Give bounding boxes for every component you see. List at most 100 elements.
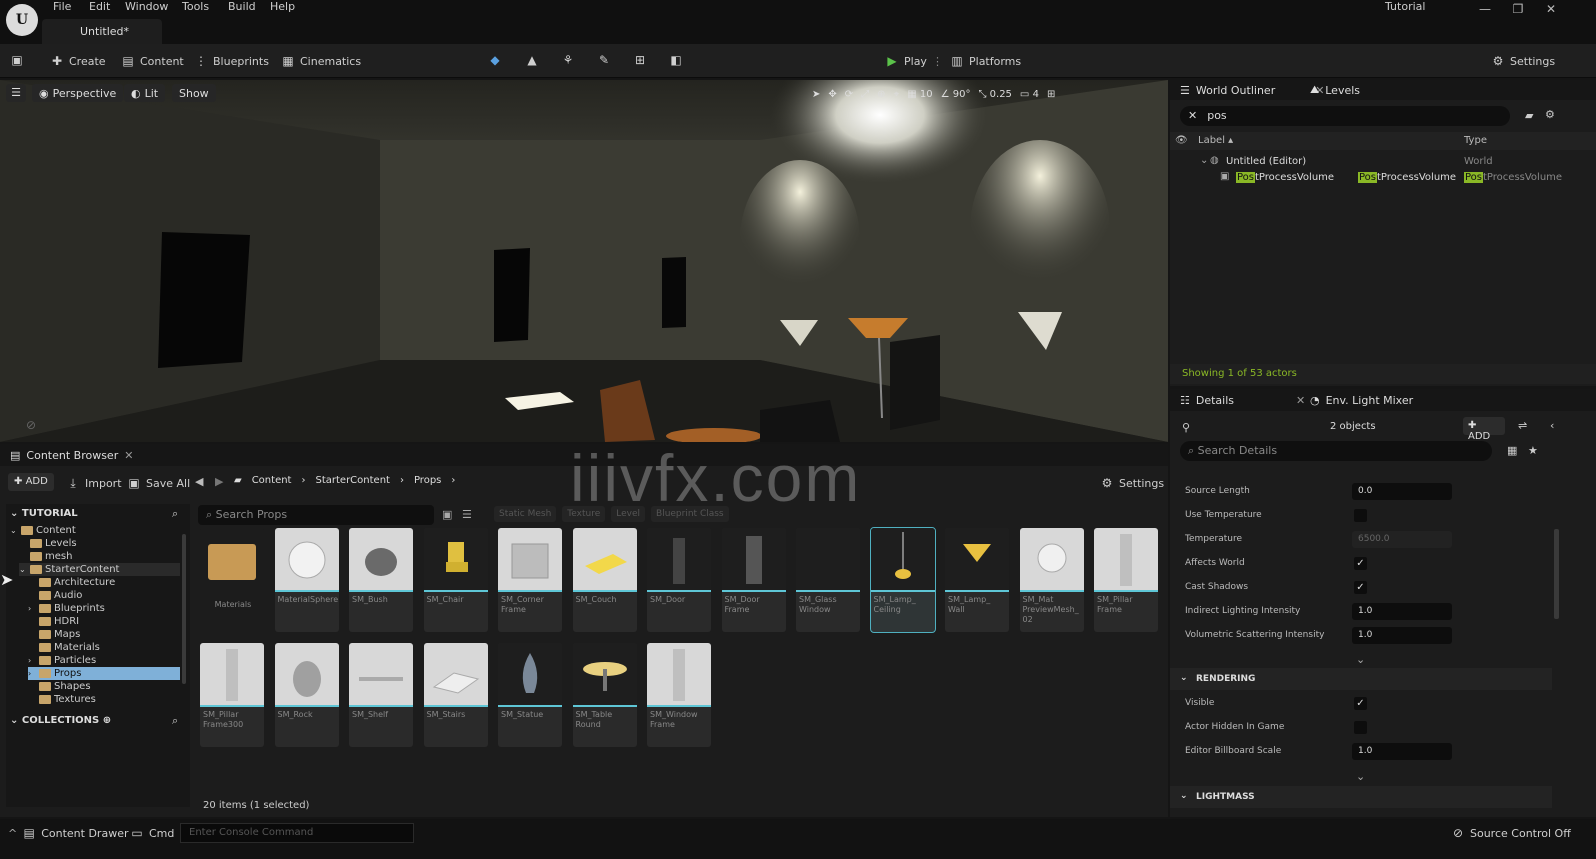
filter-icon[interactable]: ☰ (462, 508, 472, 521)
tree-folder[interactable]: Textures (28, 693, 96, 706)
foliage-mode-icon[interactable]: ⚘ (561, 53, 575, 67)
tree-folder[interactable]: mesh (19, 550, 72, 563)
tab-env-light-mixer[interactable]: ◔ Env. Light Mixer (1310, 390, 1413, 410)
property-matrix-icon[interactable]: ▦ (1507, 444, 1517, 457)
crumb-startercontent[interactable]: StarterContent (315, 475, 389, 486)
close-cb-icon[interactable]: ✕ (124, 449, 133, 462)
tab-details[interactable]: ☷ Details ✕ (1180, 390, 1305, 410)
save-icon[interactable]: ▣ (10, 53, 24, 67)
property-value-field[interactable]: 1.0 (1352, 627, 1452, 644)
property-value-field[interactable]: 6500.0 (1352, 531, 1452, 548)
asset-tile[interactable]: SM_Shelf (349, 643, 413, 747)
asset-tile[interactable]: SM_Chair (423, 528, 488, 632)
unreal-logo-icon[interactable]: U (6, 4, 38, 36)
property-checkbox[interactable] (1354, 721, 1367, 734)
lit-button[interactable]: ◐ Lit (124, 84, 166, 102)
expand-more-icon-2[interactable]: ⌄ (1356, 770, 1365, 783)
collections-header[interactable]: ⌄ COLLECTIONS ⊕ (10, 715, 111, 726)
property-checkbox[interactable]: ✓ (1354, 557, 1367, 570)
add-collection-icon[interactable]: ⊕ (103, 715, 111, 726)
property-checkbox[interactable]: ✓ (1354, 581, 1367, 594)
add-folder-icon[interactable]: ▰ (1525, 109, 1533, 122)
content-button[interactable]: ▤ Content (121, 53, 183, 69)
mesh-paint-icon[interactable]: ✎ (597, 53, 611, 67)
tree-folder[interactable]: Maps (28, 628, 80, 641)
filter-static-mesh[interactable]: Static Mesh (494, 506, 557, 522)
save-search-icon[interactable]: ▣ (442, 508, 452, 521)
clear-search-icon[interactable]: ✕ (1188, 109, 1197, 122)
tree-folder[interactable]: ⌄ Content (10, 524, 76, 537)
show-button[interactable]: Show (172, 84, 216, 102)
scale-snap-button[interactable]: ⤡ 0.25 (978, 89, 1011, 100)
play-button[interactable]: ▶ Play ⋮ (885, 53, 943, 69)
camera-speed-button[interactable]: ▭ 4 (1020, 89, 1039, 100)
world-space-icon[interactable]: ⊕ (877, 89, 885, 100)
tree-arrow-icon[interactable]: ⌄ (19, 565, 27, 574)
property-value-field[interactable]: 1.0 (1352, 743, 1452, 760)
asset-tile[interactable]: SM_Corner Frame (498, 528, 562, 632)
fracture-mode-icon[interactable]: ⊞ (633, 53, 647, 67)
favorite-star-icon[interactable]: ★ (1528, 444, 1538, 457)
menu-edit[interactable]: Edit (89, 0, 110, 14)
tree-folder[interactable]: HDRI (28, 615, 79, 628)
cb-settings-button[interactable]: ⚙ Settings (1100, 475, 1165, 491)
blueprints-button[interactable]: ⋮ Blueprints (194, 53, 269, 69)
asset-tile[interactable]: SM_Rock (274, 643, 339, 747)
document-tab[interactable]: Untitled* (42, 19, 162, 44)
asset-tile[interactable]: SM_Pillar Frame300 (200, 643, 264, 747)
asset-tile[interactable]: SM_Table Round (572, 643, 637, 747)
crumb-props[interactable]: Props (414, 475, 441, 486)
tab-levels[interactable]: ⛰ Levels (1310, 80, 1360, 100)
perspective-button[interactable]: ◉ Perspective (32, 84, 124, 102)
select-tool-icon[interactable]: ➤ (812, 89, 820, 100)
tree-folder[interactable]: Architecture (28, 576, 115, 589)
details-add-button[interactable]: ✚ ADD (1463, 417, 1505, 442)
rotation-snap-button[interactable]: ∠ 90° (941, 89, 971, 100)
grid-snap-button[interactable]: ▦ 10 (907, 89, 932, 100)
asset-tile[interactable]: SM_Door (647, 528, 711, 632)
tree-folder[interactable]: › Props (28, 667, 180, 680)
details-search-input[interactable]: ⌕ Search Details (1180, 441, 1492, 461)
level-viewport[interactable]: ☰ ◉ Perspective ◐ Lit Show ➤ ✥ ⟳ ⤢ ⊕ ⌖ ▦ 1… (0, 80, 1168, 442)
asset-tile[interactable]: SM_Bush (349, 528, 413, 632)
tree-scrollbar[interactable] (182, 534, 186, 684)
asset-tile[interactable]: SM_Stairs (423, 643, 488, 747)
tree-folder[interactable]: Materials (28, 641, 100, 654)
outliner-search-input[interactable]: ✕ pos (1180, 106, 1510, 126)
settings-button[interactable]: ⚙ Settings (1491, 53, 1556, 69)
asset-tile[interactable]: SM_Lamp_ Ceiling (869, 527, 936, 633)
tab-world-outliner[interactable]: ☰ World Outliner ✕ (1180, 80, 1324, 100)
asset-tile[interactable]: SM_Door Frame (721, 528, 786, 632)
tree-arrow-icon[interactable]: › (28, 604, 36, 613)
tree-arrow-icon[interactable]: › (28, 669, 36, 678)
cmd-button[interactable]: ▭ Cmd (130, 825, 174, 841)
visibility-icon[interactable]: 👁 (1175, 135, 1188, 146)
rotate-tool-icon[interactable]: ⟳ (845, 89, 853, 100)
create-button[interactable]: ✚ Create (50, 53, 106, 69)
outliner-settings-icon[interactable]: ⚙ (1545, 108, 1555, 121)
asset-tile[interactable]: SM_Window Frame (647, 643, 711, 747)
save-all-button[interactable]: ▣ Save All (127, 475, 190, 491)
asset-tile[interactable]: SM_Couch (572, 528, 637, 632)
select-mode-icon[interactable]: ◆ (488, 53, 502, 67)
tree-title[interactable]: ⌄ TUTORIAL (10, 508, 78, 519)
tree-folder[interactable]: ⌄ StarterContent (19, 563, 180, 576)
collections-search-icon[interactable]: ⌕ (172, 714, 178, 728)
property-checkbox[interactable]: ✓ (1354, 697, 1367, 710)
restore-icon[interactable]: ❐ (1508, 2, 1528, 18)
import-button[interactable]: ⤓ Import (66, 475, 121, 491)
crumb-content[interactable]: Content (252, 475, 292, 486)
landscape-mode-icon[interactable]: ▲ (525, 53, 539, 67)
outliner-row-postprocess[interactable]: ▣ PostProcessVolume PostProcessVolume Po… (1170, 170, 1596, 186)
tab-content-browser[interactable]: ▤ Content Browser ✕ (10, 445, 133, 465)
outliner-row-world[interactable]: ⌄ ◍ Untitled (Editor) World (1170, 154, 1596, 170)
section-lightmass[interactable]: ⌄ LIGHTMASS (1170, 786, 1552, 808)
label-column[interactable]: Label ▴ (1198, 135, 1233, 146)
property-checkbox[interactable] (1354, 509, 1367, 522)
property-value-field[interactable]: 0.0 (1352, 483, 1452, 500)
tree-arrow-icon[interactable]: ⌄ (10, 526, 18, 535)
brush-edit-icon[interactable]: ◧ (669, 53, 683, 67)
menu-build[interactable]: Build (228, 0, 256, 14)
maximize-viewport-icon[interactable]: ⊞ (1047, 89, 1055, 100)
tree-arrow-icon[interactable]: › (28, 656, 36, 665)
